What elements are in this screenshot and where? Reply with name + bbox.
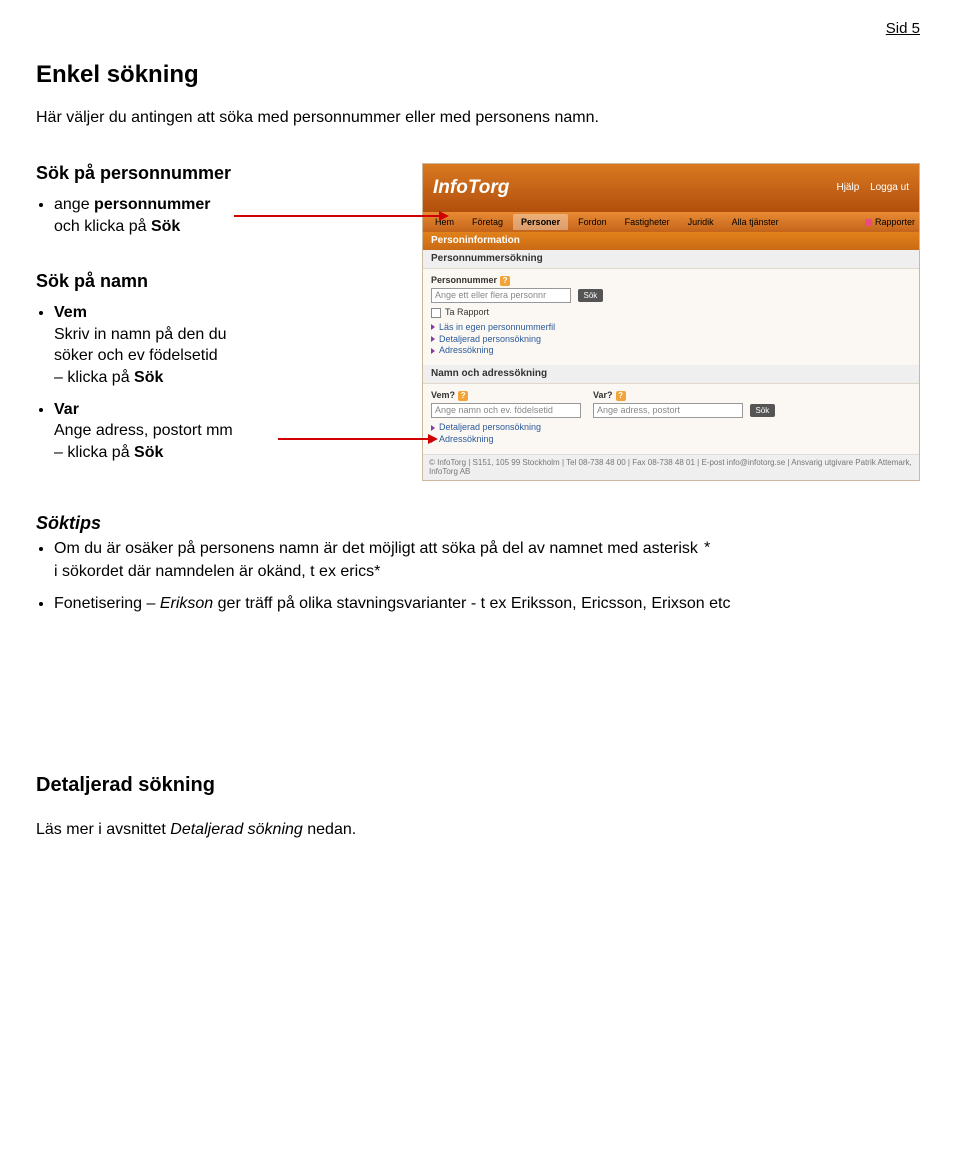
input-vem[interactable]: Ange namn och ev. födelsetid: [431, 403, 581, 418]
txt-bold: Var: [54, 401, 79, 418]
txt-bold: Vem: [54, 304, 87, 321]
subheading-personnummer: Sök på personnummer: [36, 163, 416, 184]
intro-text: Här väljer du antingen att söka med pers…: [36, 109, 924, 127]
nav-foretag[interactable]: Företag: [464, 214, 511, 231]
link-adress[interactable]: Adressökning: [431, 434, 911, 445]
input-personnummer[interactable]: Ange ett eller flera personnr: [431, 288, 571, 303]
tip-fonetisering: Fonetisering – Erikson ger träff på olik…: [54, 593, 924, 615]
main-nav: Hem Företag Personer Fordon Fastigheter …: [423, 212, 919, 232]
txt: Var?: [593, 390, 613, 400]
txt: – klicka på: [54, 369, 134, 386]
link-egen-fil[interactable]: Läs in egen personnummerfil: [431, 322, 911, 333]
bullet-var: Var Ange adress, postort mm – klicka på …: [54, 399, 416, 464]
input-var[interactable]: Ange adress, postort: [593, 403, 743, 418]
txt: och klicka på: [54, 218, 151, 235]
link-detaljerad[interactable]: Detaljerad personsökning: [431, 334, 911, 345]
bar-personnummersokning: Personnummersökning: [423, 250, 919, 269]
help-link[interactable]: Hjälp: [836, 182, 859, 193]
top-links: Hjälp Logga ut: [828, 182, 909, 194]
txt: nedan.: [303, 821, 356, 838]
asterisk-symbol: *: [702, 540, 712, 558]
heading-soktips: Söktips: [36, 513, 924, 534]
shot-footer: © InfoTorg | S151, 105 99 Stockholm | Te…: [423, 454, 919, 480]
txt-italic: Detaljerad sökning: [170, 821, 303, 838]
heading-detaljerad: Detaljerad sökning: [36, 774, 924, 797]
bullet-vem: Vem Skriv in namn på den du söker och ev…: [54, 302, 416, 388]
nav-rapporter[interactable]: Rapporter: [865, 217, 915, 228]
link-detaljerad[interactable]: Detaljerad personsökning: [431, 422, 911, 433]
logout-link[interactable]: Logga ut: [870, 182, 909, 193]
subheading-namn: Sök på namn: [36, 271, 416, 292]
nav-personer[interactable]: Personer: [513, 214, 568, 231]
txt: Om du är osäker på personens namn är det…: [54, 540, 702, 557]
heading-enkel-sokning: Enkel sökning: [36, 61, 924, 89]
panel-namn: Vem?? Ange namn och ev. födelsetid Var??…: [423, 384, 919, 454]
checkbox-rapport[interactable]: [431, 308, 441, 318]
nav-juridik[interactable]: Juridik: [680, 214, 722, 231]
infotorg-logo: InfoTorg: [433, 177, 509, 200]
page-number: Sid 5: [36, 0, 924, 61]
txt: Ange adress, postort mm: [54, 422, 233, 439]
label-ta-rapport: Ta Rapport: [445, 307, 489, 317]
link-adress[interactable]: Adressökning: [431, 345, 911, 356]
txt-bold: Sök: [151, 218, 180, 235]
soktips-list: Om du är osäker på personens namn är det…: [36, 538, 924, 614]
arrow-to-personnummer: [234, 215, 441, 217]
label-personnummer: Personnummer?: [431, 275, 911, 286]
txt: – klicka på: [54, 444, 134, 461]
label-vem: Vem??: [431, 390, 581, 401]
txt: Rapporter: [875, 217, 915, 227]
links-namn: Detaljerad personsökning Adressökning: [431, 422, 911, 445]
bar-personinformation: Personinformation: [423, 232, 919, 250]
links-personnummer: Läs in egen personnummerfil Detaljerad p…: [431, 322, 911, 356]
txt: söker och ev födelsetid: [54, 347, 218, 364]
panel-personnummer: Personnummer? Ange ett eller flera perso…: [423, 269, 919, 365]
help-icon[interactable]: ?: [458, 391, 468, 401]
shot-header: InfoTorg Hjälp Logga ut: [423, 164, 919, 212]
tip-asterisk: Om du är osäker på personens namn är det…: [54, 538, 924, 582]
txt: Personnummer: [431, 275, 497, 285]
help-icon[interactable]: ?: [616, 391, 626, 401]
infotorg-screenshot: InfoTorg Hjälp Logga ut Hem Företag Pers…: [422, 163, 920, 481]
rapporter-icon: [865, 219, 872, 226]
txt: Skriv in namn på den du: [54, 326, 227, 343]
arrow-to-namn: [278, 438, 430, 440]
txt-bold: Sök: [134, 369, 163, 386]
txt-bold: personnummer: [94, 196, 210, 213]
txt: Läs mer i avsnittet: [36, 821, 170, 838]
nav-fordon[interactable]: Fordon: [570, 214, 615, 231]
label-var: Var??: [593, 390, 775, 401]
txt: i sökordet där namndelen är okänd, t ex …: [54, 561, 924, 583]
txt: Vem?: [431, 390, 455, 400]
txt: ange: [54, 196, 94, 213]
bar-namn-adress: Namn och adressökning: [423, 365, 919, 384]
txt: ger träff på olika stavningsvarianter - …: [213, 595, 730, 612]
txt-bold: Sök: [134, 444, 163, 461]
sok-button[interactable]: Sök: [578, 289, 604, 303]
txt: Fonetisering –: [54, 595, 160, 612]
nav-fastigheter[interactable]: Fastigheter: [617, 214, 678, 231]
content-columns: Sök på personnummer ange personnummer oc…: [36, 163, 924, 483]
help-icon[interactable]: ?: [500, 276, 510, 286]
sok-button[interactable]: Sök: [750, 404, 776, 418]
nav-alla[interactable]: Alla tjänster: [724, 214, 787, 231]
detaljerad-line: Läs mer i avsnittet Detaljerad sökning n…: [36, 821, 924, 839]
txt-italic: Erikson: [160, 595, 213, 612]
